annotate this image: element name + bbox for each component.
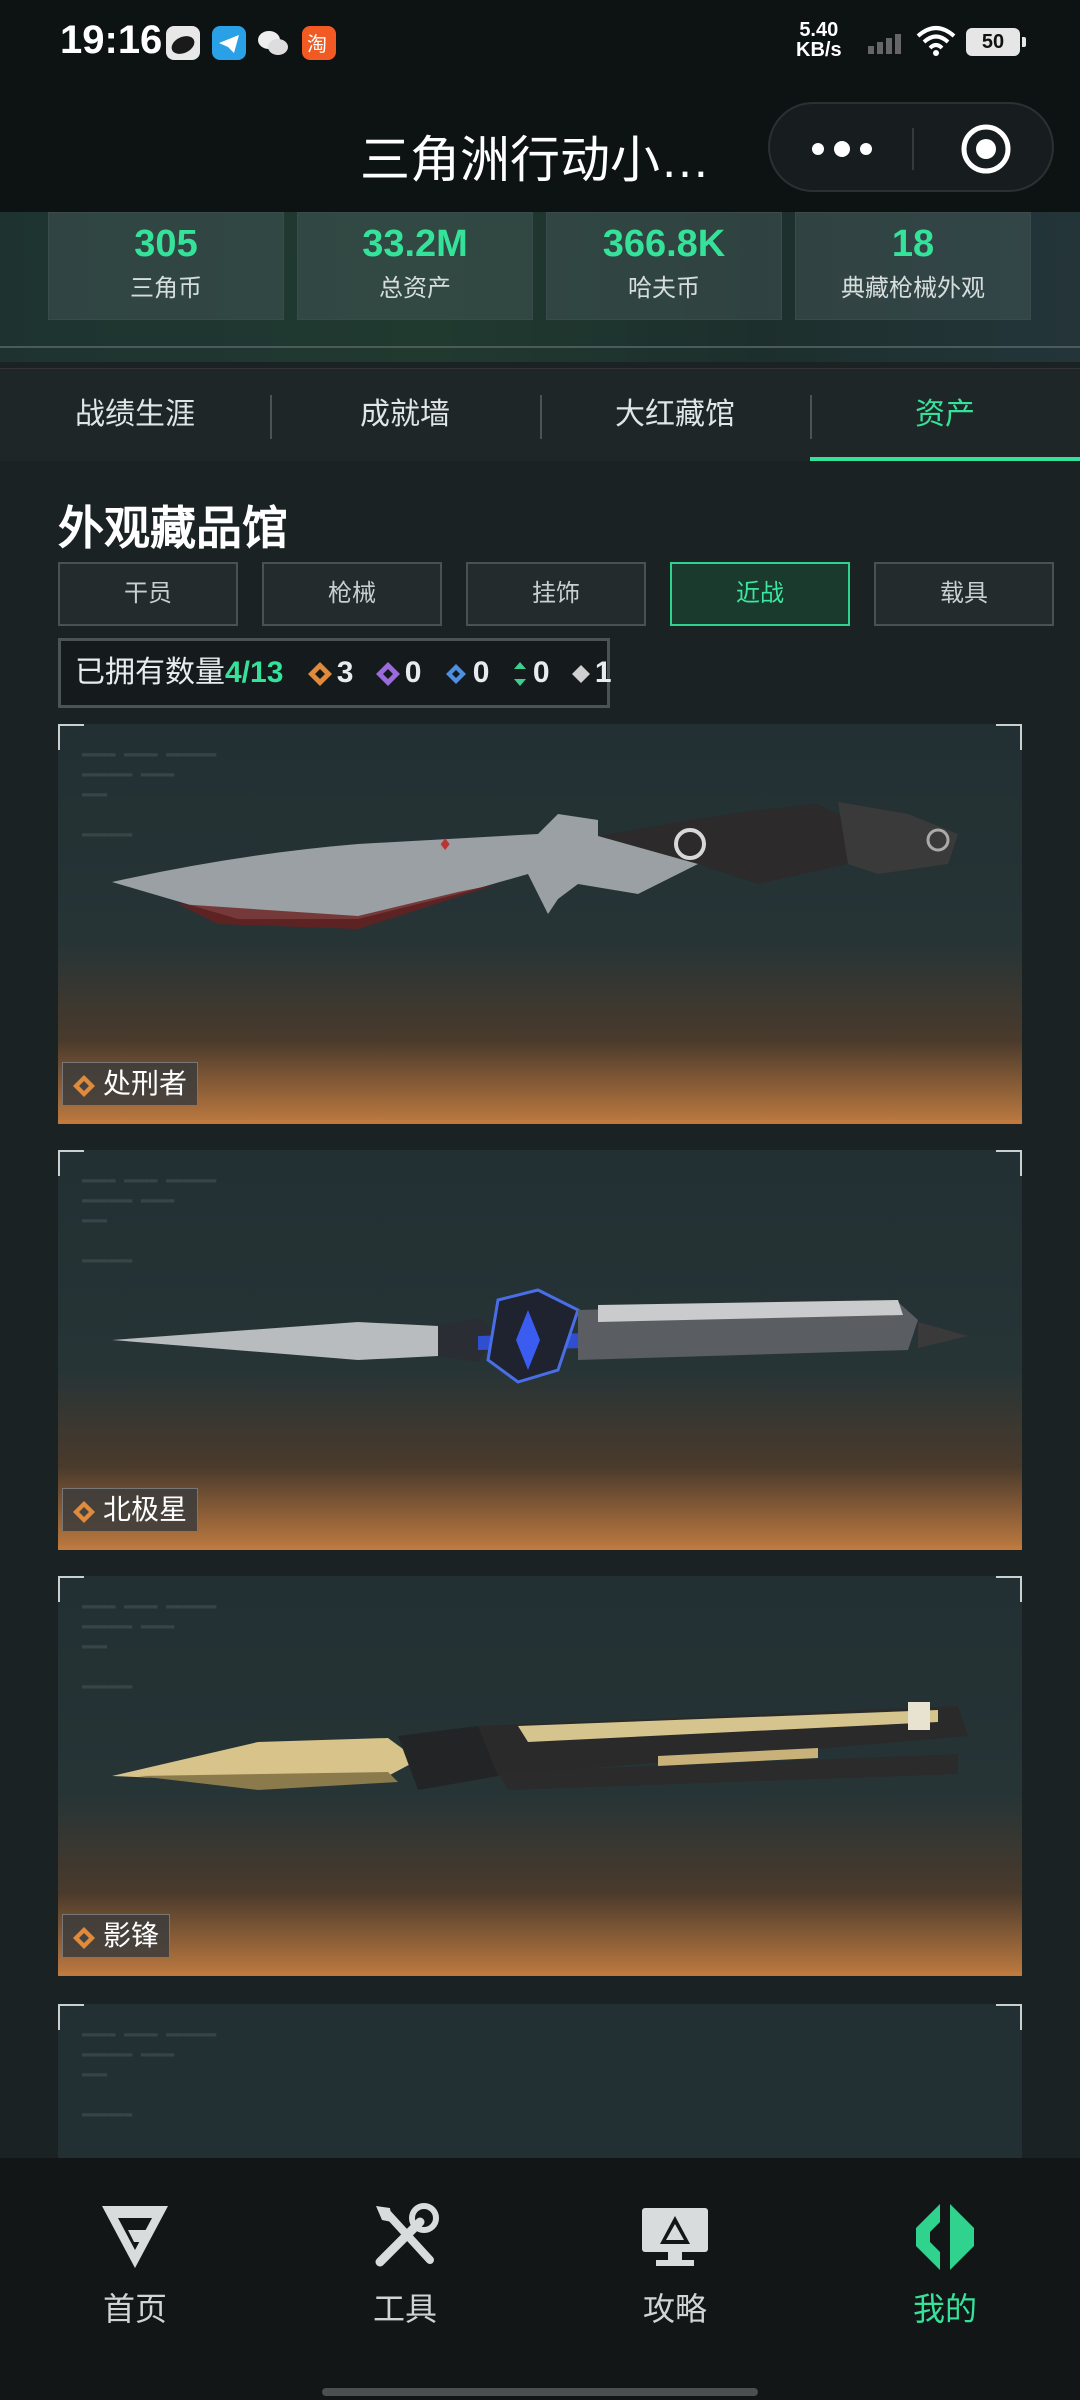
card-name-tag: 处刑者 [62, 1062, 199, 1106]
bottom-navigation: 首页 工具 攻略 我的 [0, 2158, 1080, 2400]
section-title: 外观藏品馆 [58, 502, 288, 554]
tab-red-collection[interactable]: 大红藏馆 [540, 369, 810, 461]
svg-text:♦: ♦ [438, 835, 452, 854]
more-icon[interactable] [810, 131, 874, 167]
rarity-orange-icon [73, 1926, 95, 1949]
nav-tools-label: 工具 [372, 2291, 437, 2327]
mini-program-capsule [768, 102, 1054, 192]
weibo-icon [166, 26, 200, 60]
tab-assets[interactable]: 资产 [810, 369, 1080, 461]
svg-text:淘: 淘 [307, 32, 327, 56]
taobao-icon: 淘 [302, 26, 336, 60]
battery-indicator: 50 [966, 28, 1026, 56]
stat-collection-skins: 18 典藏枪械外观 [795, 212, 1031, 320]
signal-icon [868, 34, 901, 54]
card-background-pattern: ▬▬▬▬ ▬▬▬▬ ▬▬▬▬▬▬ ▬▬▬▬▬▬ ▬▬▬▬ ▬▬▬ ▬▬▬▬▬▬ [82, 2026, 217, 2122]
knife-shadow-blade-image [112, 1702, 968, 1790]
nav-guide[interactable]: 攻略 [540, 2158, 810, 2358]
rarity-orange-icon [307, 662, 332, 687]
tools-icon [375, 2203, 439, 2267]
nav-guide-label: 攻略 [642, 2291, 707, 2327]
melee-skin-card[interactable]: ▬▬▬▬ ▬▬▬▬ ▬▬▬▬▬▬ ▬▬▬▬▬▬ ▬▬▬▬ ▬▬▬ ▬▬▬▬▬▬ 北极星 [58, 1150, 1022, 1550]
card-name: 处刑者 [103, 1068, 188, 1099]
card-name-tag: 影锋 [62, 1914, 171, 1958]
mini-program-titlebar: 三角洲行动小… [0, 84, 1080, 212]
rarity-green-icon [513, 662, 526, 687]
status-time: 19:16 [60, 18, 163, 62]
close-target-icon[interactable] [960, 123, 1012, 175]
rarity-purple-icon [375, 662, 400, 687]
knife-polaris-image [112, 1288, 968, 1384]
filter-melee[interactable]: 近战 [670, 562, 850, 626]
rarity-orange-count: 3 [336, 656, 354, 689]
card-name-tag: 北极星 [62, 1488, 199, 1532]
tab-career[interactable]: 战绩生涯 [0, 369, 270, 461]
telegram-icon [212, 26, 246, 60]
home-logo-icon [102, 2206, 168, 2268]
rarity-white-icon [571, 665, 590, 684]
owned-value: 4/13 [225, 656, 284, 689]
stats-divider [0, 346, 1080, 348]
nav-home-label: 首页 [102, 2291, 167, 2327]
rarity-orange-icon [73, 1074, 95, 1097]
rarity-green-count: 0 [532, 656, 550, 689]
network-speed: 5.40 KB/s [796, 19, 842, 61]
card-name: 影锋 [103, 1920, 160, 1951]
active-tab-underline [810, 457, 1080, 461]
rarity-white-count: 1 [594, 656, 612, 689]
wechat-icon [256, 26, 290, 60]
capsule-divider [912, 128, 914, 170]
wifi-icon [916, 26, 956, 56]
owned-count-bar: 已拥有数量4/13 3 0 0 0 1 [58, 638, 612, 708]
stat-sanjiao-coin: 305 三角币 [48, 212, 284, 320]
filter-charms[interactable]: 挂饰 [466, 562, 646, 626]
home-indicator[interactable] [322, 2388, 758, 2396]
card-name: 北极星 [103, 1494, 188, 1525]
melee-skin-card[interactable]: ▬▬▬▬ ▬▬▬▬ ▬▬▬▬▬▬ ▬▬▬▬▬▬ ▬▬▬▬ ▬▬▬ ▬▬▬▬▬▬ 影锋 [58, 1576, 1022, 1976]
profile-tabs: 战绩生涯 成就墙 大红藏馆 资产 [0, 368, 1080, 461]
filter-vehicles[interactable]: 载具 [874, 562, 1054, 626]
card-corner [996, 2004, 1022, 2030]
rarity-orange-icon [73, 1500, 95, 1523]
nav-home[interactable]: 首页 [0, 2158, 270, 2358]
melee-skin-card-partial[interactable]: ▬▬▬▬ ▬▬▬▬ ▬▬▬▬▬▬ ▬▬▬▬▬▬ ▬▬▬▬ ▬▬▬ ▬▬▬▬▬▬ [58, 2004, 1022, 2164]
page-title: 三角洲行动小… [360, 132, 710, 188]
rarity-blue-icon [445, 664, 466, 685]
owned-label: 已拥有数量 [75, 656, 225, 689]
melee-skin-card[interactable]: ▬▬▬▬ ▬▬▬▬ ▬▬▬▬▬▬ ▬▬▬▬▬▬ ▬▬▬▬ ▬▬▬ ▬▬▬▬▬▬ ♦ 处… [58, 724, 1022, 1124]
nav-profile[interactable]: 我的 [810, 2158, 1080, 2358]
nav-tools[interactable]: 工具 [270, 2158, 540, 2358]
profile-logo-icon [916, 2204, 974, 2270]
filter-operator[interactable]: 干员 [58, 562, 238, 626]
card-corner [58, 2004, 84, 2030]
stat-haf-coin: 366.8K 哈夫币 [546, 212, 782, 320]
rarity-purple-count: 0 [404, 656, 422, 689]
status-bar: 19:16 淘 5.40 KB/s 50 [0, 0, 1080, 84]
stat-total-assets: 33.2M 总资产 [297, 212, 533, 320]
guide-monitor-icon [642, 2208, 708, 2266]
rarity-blue-count: 0 [472, 656, 490, 689]
tab-achievements[interactable]: 成就墙 [270, 369, 540, 461]
nav-profile-label: 我的 [912, 2291, 977, 2327]
filter-firearms[interactable]: 枪械 [262, 562, 442, 626]
knife-executioner-image: ♦ [112, 802, 958, 929]
